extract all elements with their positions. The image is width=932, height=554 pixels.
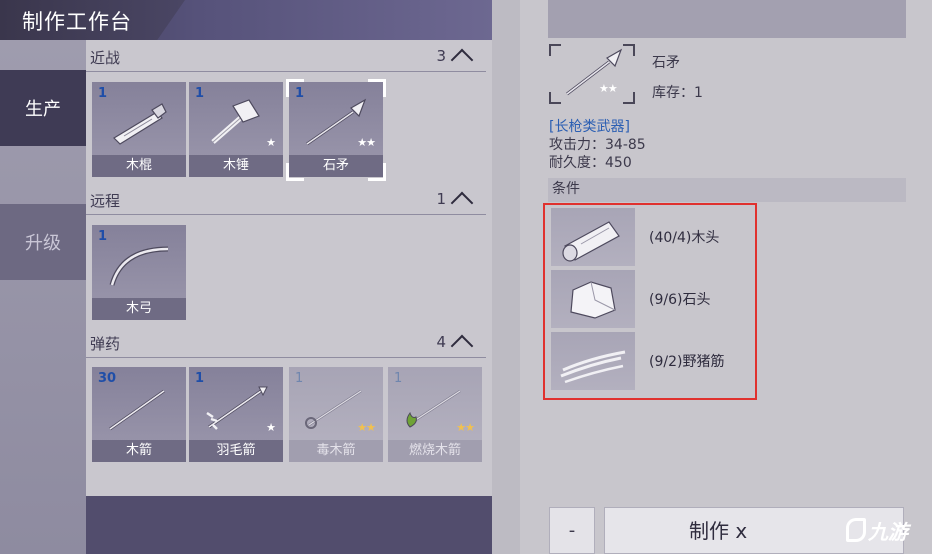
recipe-card-wooden-bow[interactable]: 1 木弓 bbox=[92, 225, 186, 320]
section-count-ranged: 1 bbox=[436, 190, 446, 208]
chevron-up-icon[interactable] bbox=[450, 191, 474, 215]
recipe-name: 羽毛箭 bbox=[189, 440, 283, 462]
item-preview: ★★ bbox=[549, 44, 635, 104]
wooden-bow-icon bbox=[109, 246, 169, 286]
chevron-up-icon[interactable] bbox=[450, 48, 474, 72]
section-count-melee: 3 bbox=[436, 47, 446, 65]
wooden-arrow-icon bbox=[109, 389, 165, 431]
chevron-up-icon[interactable] bbox=[450, 334, 474, 358]
feather-arrow-icon bbox=[206, 386, 268, 430]
star-rating: ★ bbox=[266, 421, 276, 434]
detail-durability: 耐久度：450 bbox=[549, 155, 632, 171]
nav-tab-upgrade[interactable]: 升级 bbox=[0, 204, 86, 280]
star-rating: ★ bbox=[266, 136, 276, 149]
detail-stock: 库存：1 bbox=[652, 85, 703, 101]
star-rating: ★★ bbox=[456, 421, 475, 434]
recipe-name: 木锤 bbox=[189, 155, 283, 177]
recipe-card-poison-arrow[interactable]: 1 ★★ 毒木箭 bbox=[289, 367, 383, 462]
recipe-name: 毒木箭 bbox=[289, 440, 383, 462]
detail-attack: 攻击力：34-85 bbox=[549, 137, 646, 153]
section-header-ranged[interactable]: 远程 1 bbox=[86, 185, 486, 215]
watermark-text: 九游 bbox=[868, 519, 908, 544]
watermark: 九游 bbox=[846, 510, 926, 550]
recipe-name: 燃烧木箭 bbox=[388, 440, 482, 462]
section-title-ammo: 弹药 bbox=[90, 335, 121, 353]
recipe-name: 木棍 bbox=[92, 155, 186, 177]
recipe-card-fire-arrow[interactable]: 1 ★★ 燃烧木箭 bbox=[388, 367, 482, 462]
conditions-title: 条件 bbox=[552, 181, 580, 197]
materials-highlight-box bbox=[543, 203, 757, 400]
section-title-melee: 近战 bbox=[90, 49, 121, 67]
recipe-card-wooden-arrow[interactable]: 30 木箭 bbox=[92, 367, 186, 462]
recipe-card-feather-arrow[interactable]: 1 ★ 羽毛箭 bbox=[189, 367, 283, 462]
recipe-card-wooden-stick[interactable]: 1 木棍 bbox=[92, 82, 186, 177]
conditions-header: 条件 bbox=[548, 178, 906, 202]
star-rating: ★★ bbox=[357, 421, 376, 434]
detail-category: [长枪类武器] bbox=[549, 119, 630, 135]
recipe-name: 木弓 bbox=[92, 298, 186, 320]
recipe-name: 木箭 bbox=[92, 440, 186, 462]
selection-frame bbox=[286, 79, 386, 181]
recipe-list-footer bbox=[86, 496, 492, 554]
section-header-ammo[interactable]: 弹药 4 bbox=[86, 328, 486, 358]
star-rating: ★★ bbox=[599, 82, 618, 95]
recipe-card-wooden-hammer[interactable]: 1 ★ 木锤 bbox=[189, 82, 283, 177]
wooden-hammer-icon bbox=[211, 99, 260, 144]
wooden-stick-icon bbox=[113, 103, 167, 145]
jiuyou-logo-icon bbox=[846, 518, 866, 542]
title-bar: 制作工作台 bbox=[0, 0, 492, 40]
nav-tab-upgrade-label: 升级 bbox=[25, 233, 61, 254]
section-header-melee[interactable]: 近战 3 bbox=[86, 42, 486, 72]
panel-divider bbox=[492, 0, 520, 554]
side-nav: 生产 升级 bbox=[0, 40, 86, 554]
decrease-quantity-button[interactable]: - bbox=[549, 507, 595, 554]
nav-tab-produce-label: 生产 bbox=[25, 99, 61, 120]
section-count-ammo: 4 bbox=[436, 333, 446, 351]
detail-header-bar bbox=[548, 0, 906, 38]
detail-item-name: 石矛 bbox=[652, 55, 680, 71]
nav-tab-produce[interactable]: 生产 bbox=[0, 70, 86, 146]
section-title-ranged: 远程 bbox=[90, 192, 121, 210]
page-title: 制作工作台 bbox=[22, 10, 132, 34]
